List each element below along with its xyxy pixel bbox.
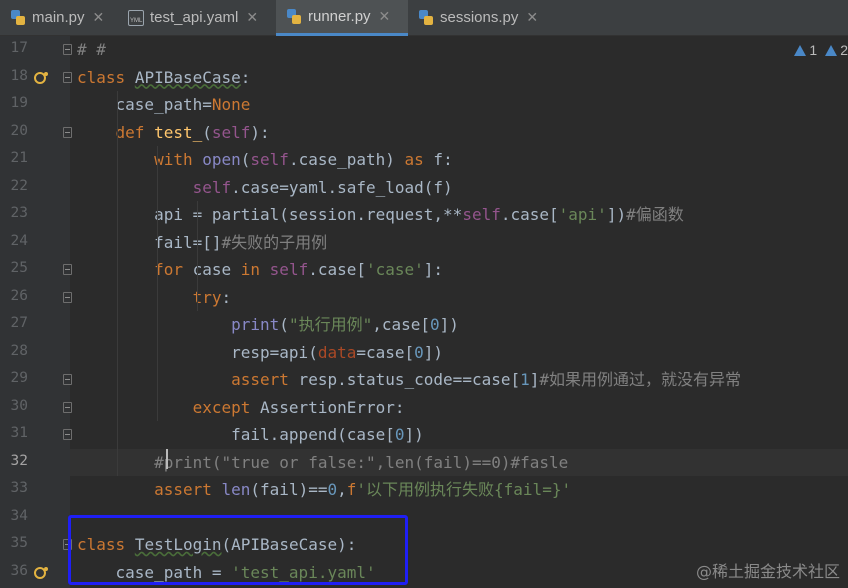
inspection-widget[interactable]: 1 2 xyxy=(794,42,848,58)
line-number[interactable]: 36 xyxy=(0,563,28,579)
line-number[interactable]: 23 xyxy=(0,205,28,221)
code-text: print("执行用例",case[0]) xyxy=(231,315,459,334)
override-marker-icon[interactable] xyxy=(34,71,48,84)
code-line[interactable]: #print("true or false:",len(fail)==0)#fa… xyxy=(70,448,848,476)
indent-guide xyxy=(157,146,158,421)
tab-test-api-yaml[interactable]: YML test_api.yaml ✕ xyxy=(118,0,276,35)
line-number[interactable]: 32 xyxy=(0,453,28,469)
line-number[interactable]: 19 xyxy=(0,95,28,111)
line-number[interactable]: 17 xyxy=(0,40,28,56)
yaml-file-icon: YML xyxy=(128,9,144,26)
line-number[interactable]: 33 xyxy=(0,480,28,496)
python-file-icon xyxy=(418,9,434,26)
code-line[interactable]: case_path=None xyxy=(70,91,848,119)
python-file-icon xyxy=(10,9,26,26)
warning-icon xyxy=(794,44,807,56)
code-line[interactable]: for case in self.case['case']: xyxy=(70,256,848,284)
editor-tab-bar: main.py ✕ YML test_api.yaml ✕ runner.py … xyxy=(0,0,848,36)
tab-sessions-py[interactable]: sessions.py ✕ xyxy=(408,0,554,35)
watermark: @稀土掘金技术社区 xyxy=(695,562,840,581)
text-cursor xyxy=(166,449,168,469)
code-line[interactable]: print("执行用例",case[0]) xyxy=(70,311,848,339)
code-text: resp=api(data=case[0]) xyxy=(77,342,444,362)
code-text: #print("true or false:",len(fail)==0)#fa… xyxy=(77,452,569,472)
line-number[interactable]: 28 xyxy=(0,343,28,359)
weak-warning-count[interactable]: 2 xyxy=(825,42,848,58)
code-text: try: xyxy=(192,287,232,307)
warning-count[interactable]: 1 xyxy=(794,42,817,58)
code-text: self.case=yaml.safe_load(f) xyxy=(192,177,453,197)
line-number[interactable]: 27 xyxy=(0,315,28,331)
code-line[interactable]: assert resp.status_code==case[1]#如果用例通过，… xyxy=(70,366,848,394)
code-line[interactable]: try: xyxy=(70,284,848,312)
line-number[interactable]: 18 xyxy=(0,68,28,84)
code-text: for case in self.case['case']: xyxy=(154,260,444,279)
code-text: with open(self.case_path) as f: xyxy=(154,150,453,169)
tab-main-py[interactable]: main.py ✕ xyxy=(0,0,118,35)
code-line[interactable]: fail.append(case[0]) xyxy=(70,421,848,449)
tab-label: main.py xyxy=(32,9,85,26)
indent-guide xyxy=(117,91,118,476)
close-icon[interactable]: ✕ xyxy=(246,9,258,26)
python-file-icon xyxy=(286,8,302,25)
code-text: # # xyxy=(77,40,106,59)
code-line[interactable]: except AssertionError: xyxy=(70,394,848,422)
code-line[interactable]: def test_(self): xyxy=(70,119,848,147)
code-text: except AssertionError: xyxy=(192,397,405,417)
tab-label: runner.py xyxy=(308,8,371,25)
line-number[interactable]: 29 xyxy=(0,370,28,386)
code-text: case_path=None xyxy=(77,95,251,114)
code-line[interactable]: class APIBaseCase: xyxy=(70,64,848,92)
warning-icon xyxy=(825,44,838,56)
line-number-gutter[interactable]: 17 18 19 20 21 22 23 24 25 26 27 28 29 30 31 32 33 34 35 36 xyxy=(0,36,72,588)
tab-runner-py[interactable]: runner.py ✕ xyxy=(276,0,408,36)
code-line[interactable]: with open(self.case_path) as f: xyxy=(70,146,848,174)
tab-label: test_api.yaml xyxy=(150,9,239,26)
code-text: def test_(self): xyxy=(115,122,270,142)
line-number[interactable]: 35 xyxy=(0,535,28,551)
code-text: fail=[]#失败的子用例 xyxy=(77,232,328,252)
code-text: class APIBaseCase: xyxy=(77,67,251,87)
line-number[interactable]: 34 xyxy=(0,508,28,524)
line-number[interactable]: 22 xyxy=(0,178,28,194)
code-text: fail.append(case[0]) xyxy=(77,425,424,444)
close-icon[interactable]: ✕ xyxy=(379,8,391,25)
line-number[interactable]: 25 xyxy=(0,260,28,276)
override-marker-icon[interactable] xyxy=(34,566,48,579)
line-number[interactable]: 30 xyxy=(0,398,28,414)
line-number[interactable]: 24 xyxy=(0,233,28,249)
code-line[interactable]: # # xyxy=(70,36,848,64)
code-text: assert resp.status_code==case[1]#如果用例通过，… xyxy=(231,370,742,389)
code-editor[interactable]: # # class APIBaseCase: case_path=None def… xyxy=(70,36,848,588)
indent-guide xyxy=(197,201,198,311)
code-text: assert len(fail)==0,f'以下用例执行失败{fail=}' xyxy=(154,480,572,499)
highlight-box xyxy=(68,515,408,585)
line-number[interactable]: 26 xyxy=(0,288,28,304)
close-icon[interactable]: ✕ xyxy=(526,9,538,26)
code-line[interactable]: resp=api(data=case[0]) xyxy=(70,339,848,367)
code-line[interactable]: fail=[]#失败的子用例 xyxy=(70,229,848,257)
line-number[interactable]: 31 xyxy=(0,425,28,441)
code-line[interactable]: api = partial(session.request,**self.cas… xyxy=(70,201,848,229)
line-number[interactable]: 20 xyxy=(0,123,28,139)
close-icon[interactable]: ✕ xyxy=(93,9,105,26)
line-number[interactable]: 21 xyxy=(0,150,28,166)
code-text: api = partial(session.request,**self.cas… xyxy=(77,205,684,224)
code-line[interactable]: self.case=yaml.safe_load(f) xyxy=(70,174,848,202)
tab-label: sessions.py xyxy=(440,9,519,26)
code-line[interactable]: assert len(fail)==0,f'以下用例执行失败{fail=}' xyxy=(70,476,848,504)
